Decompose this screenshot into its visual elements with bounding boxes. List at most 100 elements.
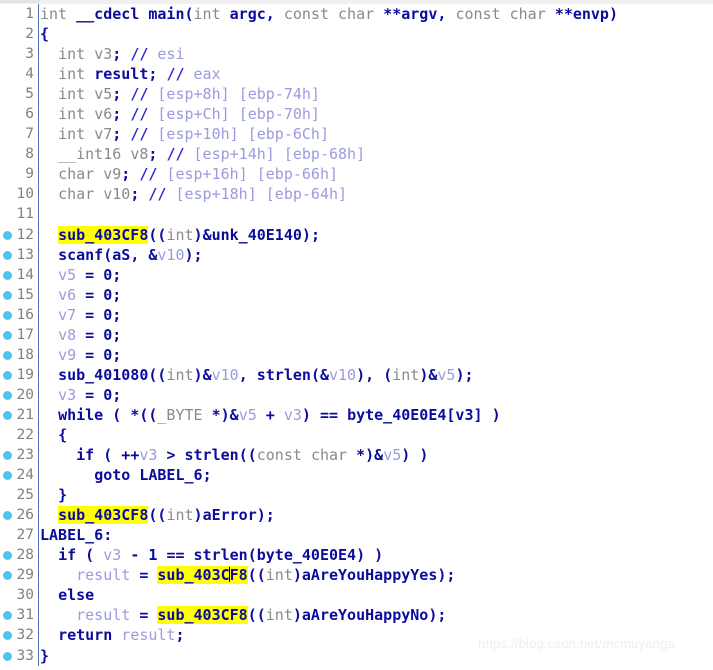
code-line[interactable]: 14 v5 = 0; [0, 264, 713, 285]
breakpoint-dot-icon[interactable] [3, 410, 12, 420]
gutter-separator [38, 124, 39, 145]
pseudocode-code-area[interactable]: 1 int __cdecl main(int argc, const char *… [0, 4, 713, 670]
code-text[interactable]: result = sub_403CF8((int)aAreYouHappyYes… [40, 565, 455, 585]
code-text[interactable]: __int16 v8; // [esp+14h] [ebp-68h] [40, 144, 365, 164]
code-text[interactable]: int v3; // esi [40, 44, 184, 64]
breakpoint-dot-icon[interactable] [3, 350, 12, 360]
code-line[interactable]: 26 sub_403CF8((int)aError); [0, 505, 713, 526]
code-text[interactable]: char v9; // [esp+16h] [ebp-66h] [40, 164, 338, 184]
code-text[interactable]: result = sub_403CF8((int)aAreYouHappyNo)… [40, 605, 446, 625]
line-number: 16 [16, 306, 34, 323]
code-text[interactable]: v8 = 0; [40, 325, 121, 345]
code-line[interactable]: 21 while ( *((_BYTE *)&v5 + v3) == byte_… [0, 404, 713, 425]
breakpoint-dot-icon[interactable] [3, 611, 12, 621]
breakpoint-dot-icon[interactable] [3, 330, 12, 340]
code-text[interactable]: int v5; // [esp+8h] [ebp-74h] [40, 84, 320, 104]
code-text[interactable]: int __cdecl main(int argc, const char **… [40, 4, 618, 24]
code-line[interactable]: 29 result = sub_403CF8((int)aAreYouHappy… [0, 565, 713, 586]
breakpoint-dot-icon[interactable] [3, 270, 12, 280]
code-text[interactable]: { [40, 24, 49, 44]
breakpoint-dot-icon[interactable] [3, 310, 12, 320]
code-line[interactable]: 5 int v5; // [esp+8h] [ebp-74h] [0, 84, 713, 105]
breakpoint-dot-icon[interactable] [3, 451, 12, 461]
code-text[interactable]: LABEL_6: [40, 525, 112, 545]
code-text[interactable]: scanf(aS, &v10); [40, 245, 203, 265]
code-text[interactable]: char v10; // [esp+18h] [ebp-64h] [40, 184, 347, 204]
code-line[interactable]: 13 scanf(aS, &v10); [0, 244, 713, 265]
gutter-separator [38, 585, 39, 606]
code-line[interactable]: 12 sub_403CF8((int)&unk_40E140); [0, 224, 713, 245]
code-text[interactable]: v5 = 0; [40, 265, 121, 285]
code-text[interactable]: int result; // eax [40, 64, 221, 84]
code-line[interactable]: 7 int v7; // [esp+10h] [ebp-6Ch] [0, 124, 713, 145]
code-line[interactable]: 17 v8 = 0; [0, 324, 713, 345]
code-line[interactable]: 25 } [0, 485, 713, 506]
code-text[interactable]: { [40, 425, 67, 445]
code-line[interactable]: 2{ [0, 24, 713, 45]
code-text[interactable]: v6 = 0; [40, 285, 121, 305]
code-text[interactable]: goto LABEL_6; [40, 465, 211, 485]
code-line[interactable]: 11 [0, 204, 713, 225]
code-line[interactable]: 30 else [0, 585, 713, 606]
code-text[interactable]: int v7; // [esp+10h] [ebp-6Ch] [40, 124, 329, 144]
code-line[interactable]: 23 if ( ++v3 > strlen((const char *)&v5)… [0, 445, 713, 466]
breakpoint-dot-icon[interactable] [3, 370, 12, 380]
code-line[interactable]: 18 v9 = 0; [0, 344, 713, 365]
line-number: 29 [16, 567, 34, 584]
breakpoint-dot-icon[interactable] [3, 250, 12, 260]
code-text[interactable]: v7 = 0; [40, 305, 121, 325]
code-line[interactable]: 3 int v3; // esi [0, 44, 713, 65]
line-number: 15 [16, 286, 34, 303]
code-line[interactable]: 4 int result; // eax [0, 64, 713, 85]
breakpoint-dot-icon[interactable] [3, 471, 12, 481]
code-text[interactable]: v3 = 0; [40, 385, 121, 405]
code-line[interactable]: 28 if ( v3 - 1 == strlen(byte_40E0E4) ) [0, 545, 713, 566]
breakpoint-dot-icon[interactable] [3, 631, 12, 641]
line-number: 7 [25, 126, 34, 143]
code-line[interactable]: 22 { [0, 424, 713, 446]
breakpoint-dot-icon[interactable] [3, 551, 12, 561]
breakpoint-dot-icon[interactable] [3, 290, 12, 300]
code-text[interactable]: v9 = 0; [40, 345, 121, 365]
gutter-separator [38, 565, 39, 586]
code-line[interactable]: 6 int v6; // [esp+Ch] [ebp-70h] [0, 104, 713, 125]
code-line[interactable]: 9 char v9; // [esp+16h] [ebp-66h] [0, 164, 713, 185]
code-text[interactable]: while ( *((_BYTE *)&v5 + v3) == byte_40E… [40, 405, 501, 425]
line-number: 10 [16, 186, 34, 203]
code-text[interactable]: } [40, 646, 49, 666]
code-text[interactable]: if ( ++v3 > strlen((const char *)&v5) ) [40, 445, 428, 465]
breakpoint-dot-icon[interactable] [3, 230, 12, 240]
line-number: 27 [16, 527, 34, 544]
gutter-separator [38, 104, 39, 125]
code-text[interactable]: sub_403CF8((int)aError); [40, 505, 275, 525]
code-text[interactable]: if ( v3 - 1 == strlen(byte_40E0E4) ) [40, 545, 383, 565]
breakpoint-dot-icon[interactable] [3, 511, 12, 521]
code-text[interactable]: int v6; // [esp+Ch] [ebp-70h] [40, 104, 320, 124]
code-text[interactable]: return result; [40, 625, 184, 645]
gutter-separator [38, 204, 39, 225]
code-line[interactable]: 31 result = sub_403CF8((int)aAreYouHappy… [0, 605, 713, 626]
code-line[interactable]: 8 __int16 v8; // [esp+14h] [ebp-68h] [0, 144, 713, 165]
code-line[interactable]: 10 char v10; // [esp+18h] [ebp-64h] [0, 184, 713, 205]
gutter-separator [38, 224, 39, 245]
code-line[interactable]: 15 v6 = 0; [0, 284, 713, 305]
breakpoint-dot-icon[interactable] [3, 390, 12, 400]
gutter-separator [38, 344, 39, 365]
gutter-separator [38, 264, 39, 285]
code-text[interactable]: sub_403CF8((int)&unk_40E140); [40, 225, 320, 245]
code-line[interactable]: 19 sub_401080((int)&v10, strlen(&v10), (… [0, 364, 713, 385]
breakpoint-dot-icon[interactable] [3, 571, 12, 581]
code-line[interactable]: 20 v3 = 0; [0, 384, 713, 405]
code-line[interactable]: 24 goto LABEL_6; [0, 465, 713, 486]
code-line[interactable]: 27 LABEL_6: [0, 525, 713, 546]
window-tab-sliver [0, 0, 40, 3]
gutter-separator [38, 525, 39, 546]
line-number: 5 [25, 86, 34, 103]
code-line[interactable]: 16 v7 = 0; [0, 304, 713, 325]
code-text[interactable]: else [40, 585, 94, 605]
gutter-separator [38, 284, 39, 305]
code-text[interactable]: } [40, 485, 67, 505]
breakpoint-dot-icon[interactable] [3, 651, 12, 661]
code-text[interactable]: sub_401080((int)&v10, strlen(&v10), (int… [40, 365, 473, 385]
code-line[interactable]: 1 int __cdecl main(int argc, const char *… [0, 4, 713, 25]
